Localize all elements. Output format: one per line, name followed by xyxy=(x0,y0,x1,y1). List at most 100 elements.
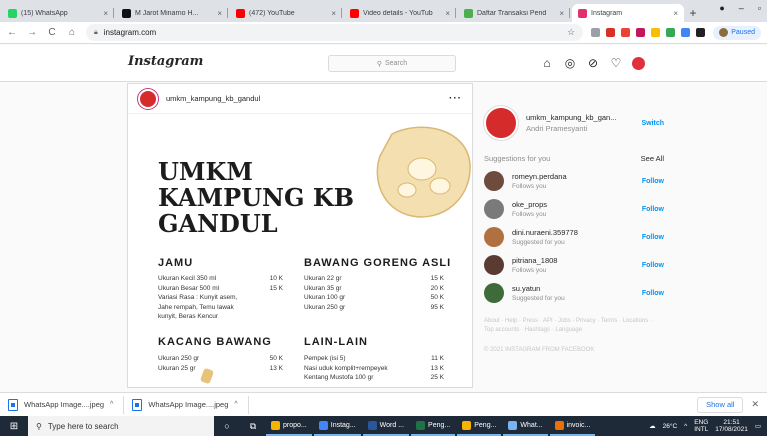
maximize-button[interactable]: ▫ xyxy=(758,3,761,13)
decorative-illustration xyxy=(376,126,471,218)
taskbar-app[interactable]: invoic... xyxy=(549,416,596,436)
close-tab-icon[interactable]: × xyxy=(559,9,564,18)
profile-avatar[interactable] xyxy=(632,56,645,70)
suggestion-username[interactable]: romeyn.perdana xyxy=(512,172,634,181)
clock[interactable]: 21:51 17/08/2021 xyxy=(715,419,748,433)
close-tab-icon[interactable]: × xyxy=(331,9,336,18)
suggestion-avatar[interactable] xyxy=(484,255,504,275)
suggestion-avatar[interactable] xyxy=(484,171,504,191)
suggestion-avatar[interactable] xyxy=(484,199,504,219)
profile-circle-icon[interactable]: ● xyxy=(719,3,724,13)
suggestion-avatar[interactable] xyxy=(484,283,504,303)
extension-icon[interactable] xyxy=(621,28,631,37)
post-username[interactable]: umkm_kampung_kb_gandul xyxy=(166,94,260,103)
close-tab-icon[interactable]: × xyxy=(217,9,222,18)
footer-links[interactable]: About · Help · Press · API · Jobs · Priv… xyxy=(484,317,654,335)
reload-icon[interactable]: C xyxy=(46,27,58,38)
account-fullname: Andri Pramesyanti xyxy=(526,124,588,133)
bookmark-star-icon[interactable]: ☆ xyxy=(567,27,575,38)
follow-button[interactable]: Follow xyxy=(642,290,664,297)
menu-item-name: Nasi uduk komplit+rempeyek xyxy=(304,364,388,372)
profile-button[interactable]: Paused xyxy=(713,25,761,40)
browser-tab[interactable]: Daftar Transaksi Pend × xyxy=(458,4,570,22)
browser-tab[interactable]: (472) YouTube × xyxy=(230,4,342,22)
account-username[interactable]: umkm_kampung_kb_gan... xyxy=(526,113,633,122)
minimize-button[interactable]: – xyxy=(739,3,744,13)
close-icon[interactable]: ✕ xyxy=(751,399,759,410)
weather-temp[interactable]: 26°C xyxy=(663,423,678,430)
close-tab-icon[interactable]: × xyxy=(673,9,678,18)
download-item[interactable]: WhatsApp Image....jpeg ^ xyxy=(132,395,249,414)
sidebar: umkm_kampung_kb_gan... Andri Pramesyanti… xyxy=(484,106,664,353)
home-icon[interactable]: ⌂ xyxy=(66,27,78,38)
chevron-up-icon[interactable]: ^ xyxy=(110,401,113,408)
taskbar-app[interactable]: Peng... xyxy=(411,416,456,436)
extension-icon[interactable] xyxy=(636,28,646,37)
extension-icon[interactable] xyxy=(606,28,616,37)
suggestion-username[interactable]: pitriana_1808 xyxy=(512,256,634,265)
close-tab-icon[interactable]: × xyxy=(103,9,108,18)
see-all-link[interactable]: See All xyxy=(641,154,664,163)
favicon-icon xyxy=(8,8,17,18)
follow-button[interactable]: Follow xyxy=(642,234,664,241)
more-options-icon[interactable]: ··· xyxy=(449,93,462,104)
taskbar-app[interactable]: propo... xyxy=(266,416,312,436)
show-all-button[interactable]: Show all xyxy=(697,396,744,413)
post-avatar[interactable] xyxy=(138,88,158,109)
windows-start-icon[interactable]: ⊞ xyxy=(0,416,28,436)
new-tab-button[interactable]: + xyxy=(684,4,702,22)
menu-item-price: 25 K xyxy=(430,374,444,381)
task-view-icon[interactable]: ⧉ xyxy=(240,421,266,432)
taskbar-app[interactable]: What... xyxy=(503,416,548,436)
extension-icon[interactable] xyxy=(651,28,661,37)
taskbar-app[interactable]: Word ... xyxy=(362,416,410,436)
follow-button[interactable]: Follow xyxy=(642,206,664,213)
suggestion-username[interactable]: dini.nuraeni.359778 xyxy=(512,228,634,237)
activity-heart-icon[interactable]: ♡ xyxy=(609,56,623,70)
language-indicator[interactable]: ENG INTL xyxy=(694,419,708,433)
back-icon[interactable]: ← xyxy=(6,27,18,38)
suggestion-username[interactable]: oke_props xyxy=(512,200,634,209)
menu-item-name: kunyit, Beras Kencur xyxy=(158,313,218,320)
puzzle-icon[interactable] xyxy=(696,28,706,37)
suggestions-list: romeyn.perdana Follows you Follow oke_props… xyxy=(484,171,664,303)
switch-account-button[interactable]: Switch xyxy=(641,120,664,127)
chevron-up-icon[interactable]: ^ xyxy=(234,401,237,408)
browser-tab[interactable]: (15) WhatsApp × xyxy=(2,4,114,22)
instagram-logo[interactable]: Instagram xyxy=(128,54,203,69)
chevron-up-icon[interactable]: ^ xyxy=(684,423,687,430)
browser-tab[interactable]: Instagram × xyxy=(572,4,684,22)
download-item[interactable]: WhatsApp Image....jpeg ^ xyxy=(8,395,125,414)
browser-tab[interactable]: Video details - YouTub × xyxy=(344,4,456,22)
direct-message-icon[interactable]: ◎ xyxy=(563,56,577,70)
close-tab-icon[interactable]: × xyxy=(445,9,450,18)
extension-icon[interactable] xyxy=(591,28,601,37)
windows-taskbar: ⊞ ⚲ Type here to search ○ ⧉ propo... Inst… xyxy=(0,416,767,436)
lock-icon[interactable]: 🔒︎ xyxy=(94,29,98,37)
extension-icon[interactable] xyxy=(681,28,691,37)
taskbar-app[interactable]: Peng... xyxy=(457,416,502,436)
menu-item-name: Ukuran 35 gr xyxy=(304,284,342,292)
menu-item: Ukuran Kecil 350 ml 10 K xyxy=(158,274,283,284)
post-image[interactable]: UMKM KAMPUNG KB GANDUL JAMU Ukuran Kecil… xyxy=(128,114,472,387)
taskbar-search[interactable]: ⚲ Type here to search xyxy=(28,416,214,436)
taskbar-app[interactable]: Instag... xyxy=(313,416,361,436)
account-avatar[interactable] xyxy=(484,106,518,140)
forward-icon[interactable]: → xyxy=(26,27,38,38)
address-bar[interactable]: 🔒︎ instagram.com ☆ xyxy=(86,24,584,41)
cortana-icon[interactable]: ○ xyxy=(214,421,240,431)
suggestion-username[interactable]: su.yatun xyxy=(512,284,634,293)
search-input[interactable]: ⚲ Search xyxy=(328,55,456,72)
suggestion-avatar[interactable] xyxy=(484,227,504,247)
follow-button[interactable]: Follow xyxy=(642,262,664,269)
browser-tab[interactable]: M Jarot Minarno H... × xyxy=(116,4,228,22)
home-icon[interactable]: ⌂ xyxy=(540,56,554,70)
follow-button[interactable]: Follow xyxy=(642,178,664,185)
notification-icon[interactable]: ▭ xyxy=(755,422,761,430)
tab-title: (472) YouTube xyxy=(249,9,295,17)
instagram-header: Instagram ⚲ Search ⌂ ◎ ⊘ ♡ xyxy=(0,45,767,82)
extension-icon[interactable] xyxy=(666,28,676,37)
suggestion-item: dini.nuraeni.359778 Suggested for you Foll… xyxy=(484,227,664,247)
weather-icon[interactable]: ☁ xyxy=(649,422,656,430)
explore-icon[interactable]: ⊘ xyxy=(586,56,600,70)
